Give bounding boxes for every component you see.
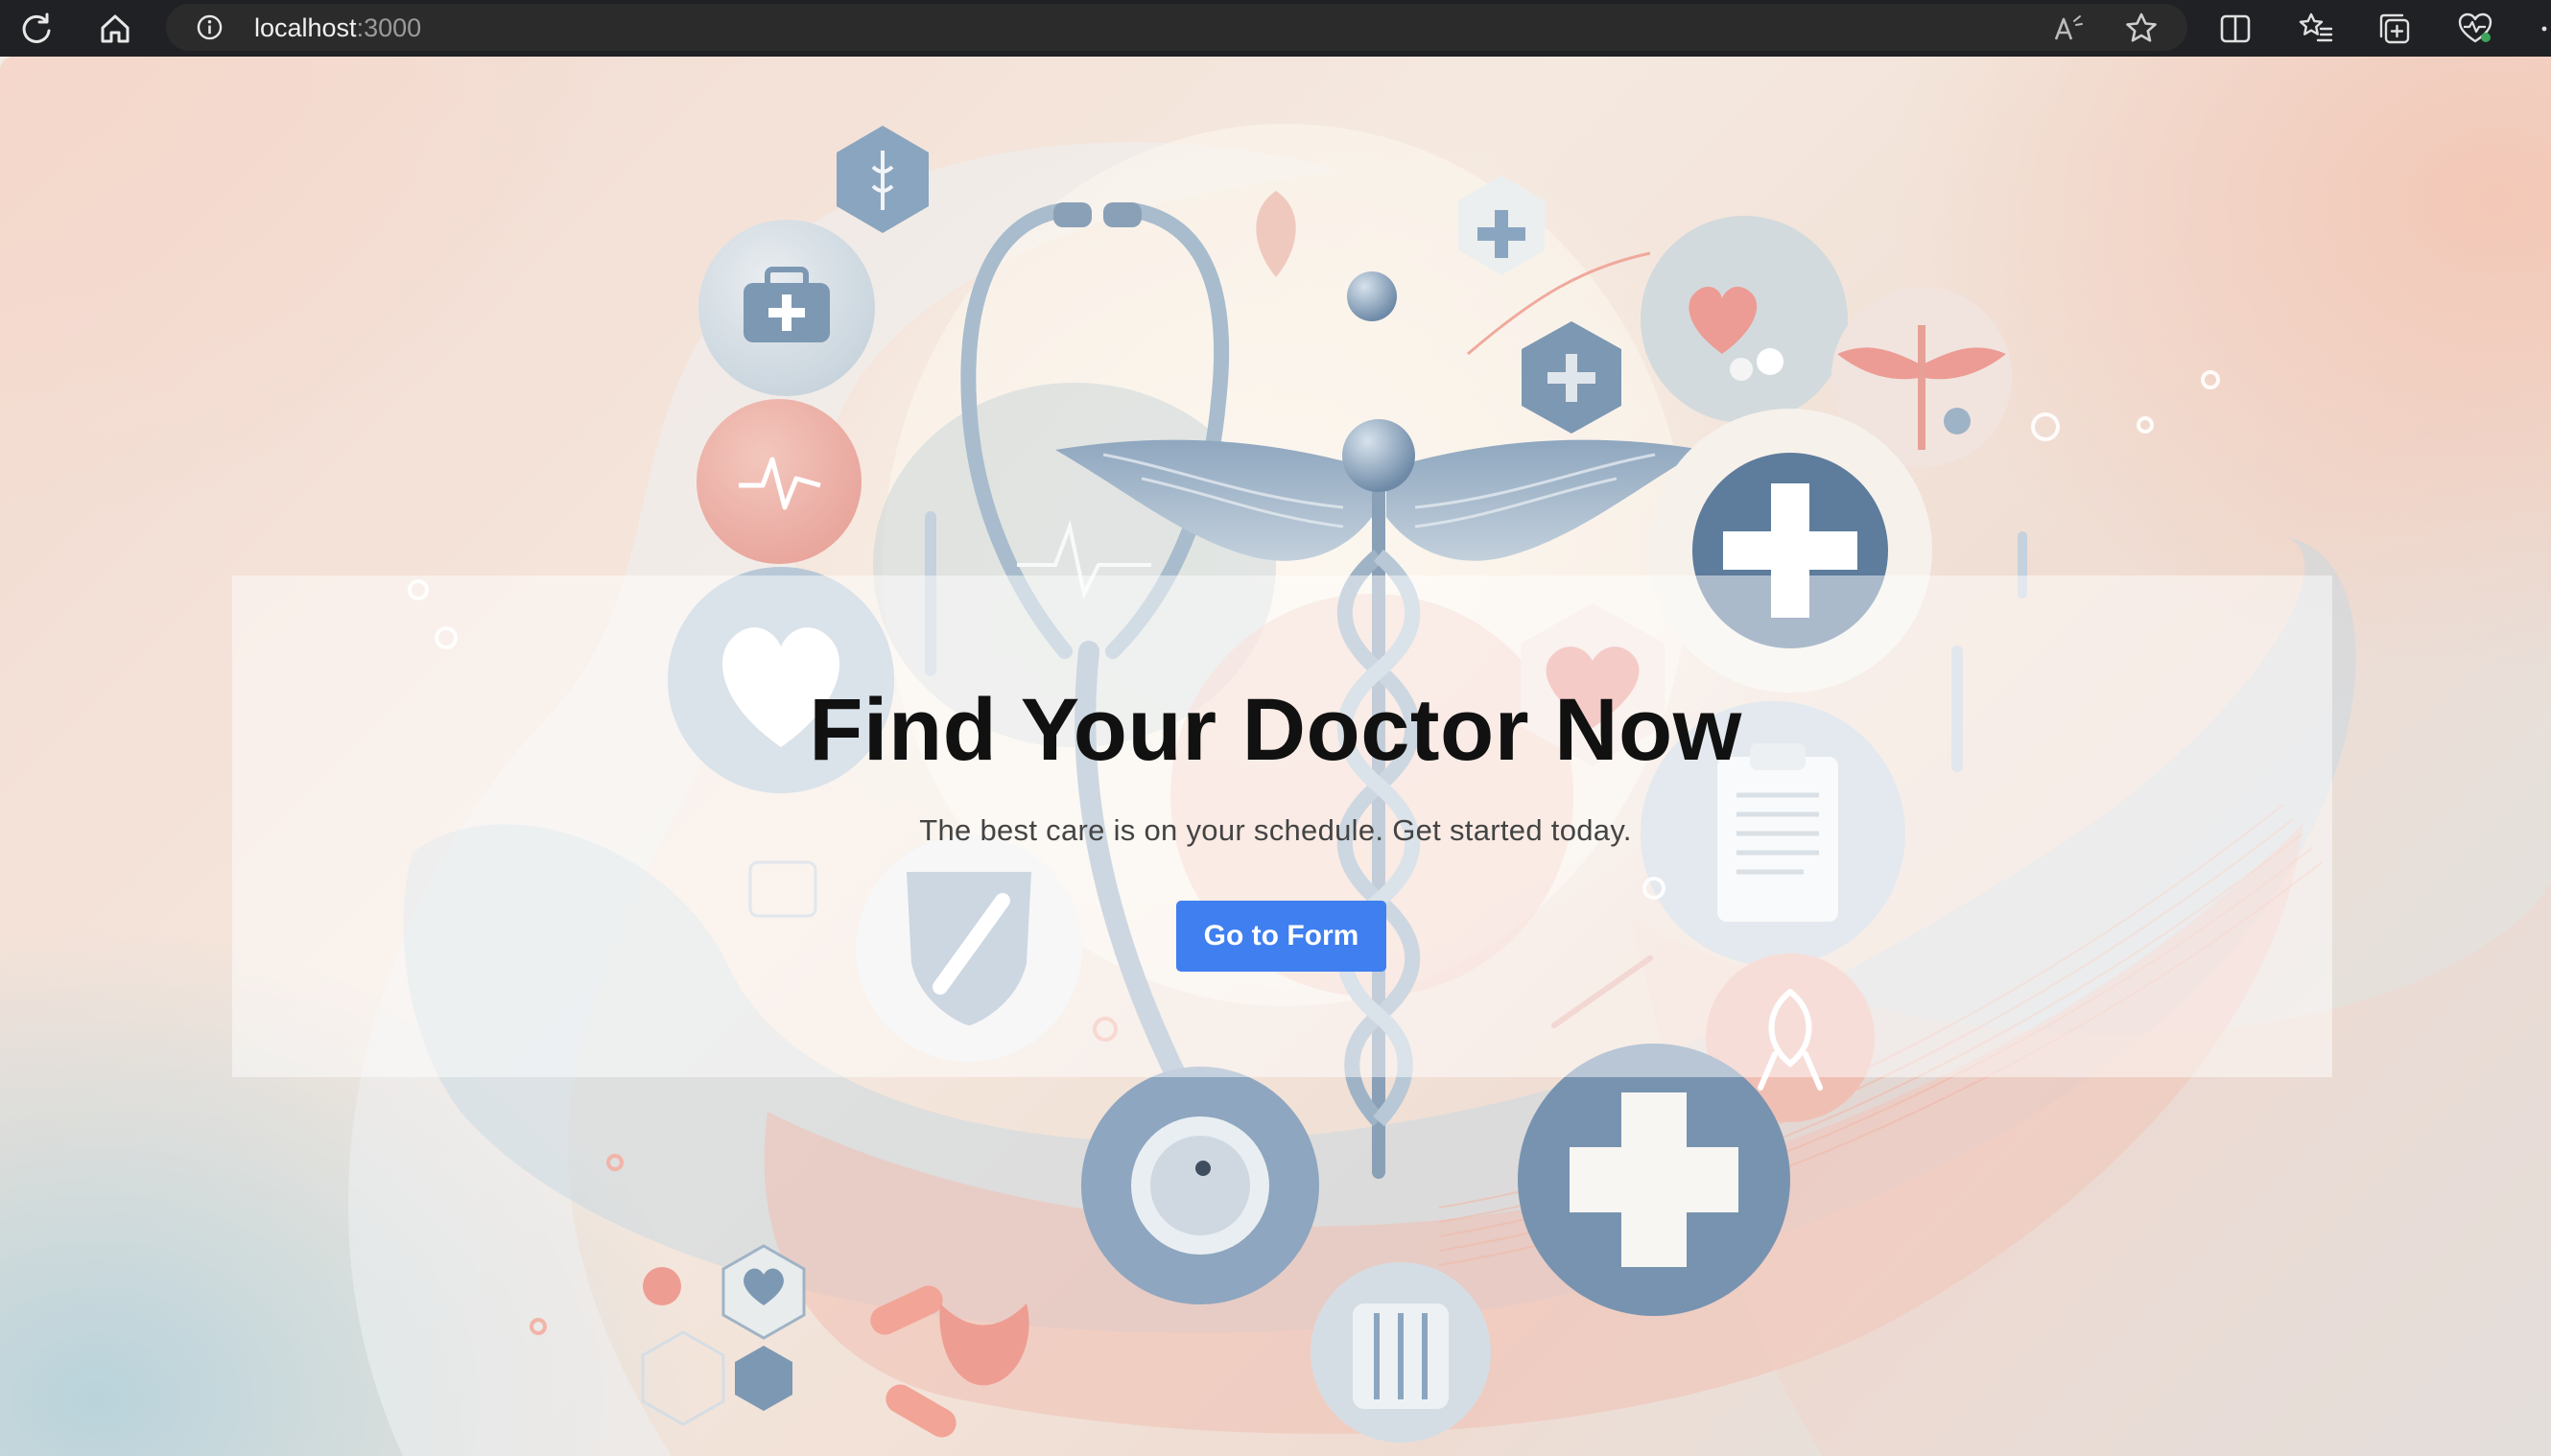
- collections-icon[interactable]: [2374, 8, 2416, 50]
- hexagon-outline: [641, 1330, 725, 1426]
- site-info-icon[interactable]: [197, 14, 223, 40]
- address-bar[interactable]: localhost:3000: [166, 4, 2187, 51]
- go-to-form-button[interactable]: Go to Form: [1176, 901, 1386, 972]
- small-dot: [643, 1267, 681, 1305]
- stethoscope-chestpiece-icon: [1081, 1067, 1319, 1304]
- split-screen-icon[interactable]: [2214, 8, 2256, 50]
- reload-icon[interactable]: [15, 8, 58, 50]
- url-port: :3000: [356, 13, 422, 42]
- first-aid-kit-icon: [698, 220, 875, 396]
- url-host: localhost: [254, 13, 357, 42]
- hero-subtitle: The best care is on your schedule. Get s…: [919, 813, 1632, 847]
- puzzle-cross-icon: [1518, 1044, 1790, 1316]
- read-aloud-icon[interactable]: [2048, 8, 2090, 50]
- browser-toolbar: localhost:3000: [0, 0, 2551, 57]
- browser-essentials-icon[interactable]: [2454, 8, 2496, 50]
- url-text: localhost:3000: [254, 13, 421, 43]
- test-tubes-icon: [1311, 1262, 1491, 1443]
- favorite-star-icon[interactable]: [2120, 8, 2162, 50]
- heartbeat-icon: [697, 399, 862, 564]
- pills-heart-icon: [1641, 216, 1848, 423]
- favorites-icon[interactable]: [2295, 8, 2337, 50]
- more-icon[interactable]: [2523, 8, 2551, 50]
- hero-title: Find Your Doctor Now: [809, 681, 1742, 779]
- home-icon[interactable]: [94, 8, 136, 50]
- small-sphere: [1347, 271, 1397, 321]
- hero-page: Find Your Doctor Now The best care is on…: [0, 57, 2551, 1456]
- hexagon-small-icon: [735, 1346, 792, 1411]
